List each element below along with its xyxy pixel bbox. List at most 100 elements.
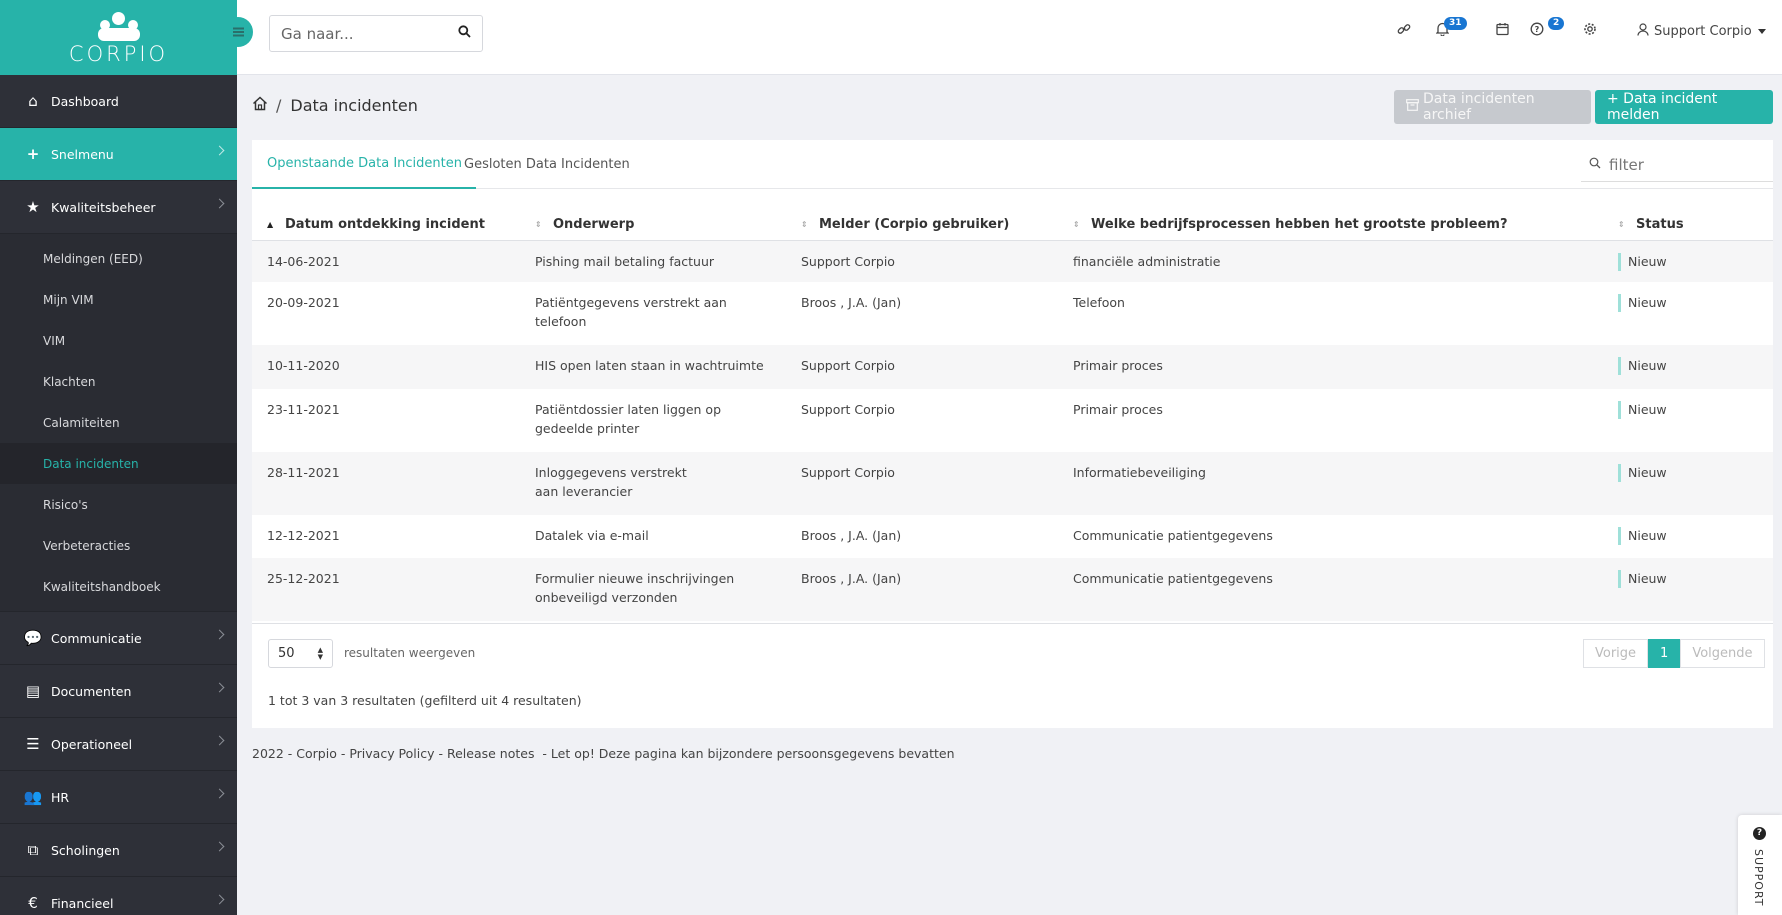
sidebar-subitem-mijn-vim[interactable]: Mijn VIM	[0, 279, 237, 320]
page-size-label: resultaten weergeven	[344, 646, 476, 660]
page-button-current[interactable]: 1	[1648, 639, 1681, 668]
table-row[interactable]: 12-12-2021 Datalek via e-mail Broos , J.…	[252, 515, 1773, 558]
tab-gesloten[interactable]: Gesloten Data Incidenten	[464, 140, 630, 189]
help-icon[interactable]: ?	[1530, 22, 1544, 40]
column-label: Onderwerp	[553, 217, 635, 233]
sidebar-item-documenten[interactable]: ▤ Documenten	[0, 665, 237, 718]
sidebar-item-hr[interactable]: 👥 HR	[0, 771, 237, 824]
sidebar-subitem-data-incidenten[interactable]: Data incidenten	[0, 443, 237, 484]
results-info: 1 tot 3 van 3 resultaten (gefilterd uit …	[268, 693, 582, 708]
sidebar-item-label: Scholingen	[51, 842, 120, 858]
page-size-select[interactable]: 50 ▲ ▼	[268, 639, 333, 668]
footer-year: 2022	[252, 746, 284, 761]
status-badge: Nieuw	[1618, 357, 1667, 375]
sidebar-item-communicatie[interactable]: 💬 Communicatie	[0, 612, 237, 665]
sidebar-toggle-button[interactable]	[223, 17, 253, 47]
cell-melder: Support Corpio	[801, 402, 895, 417]
sidebar-item-label: Documenten	[51, 683, 132, 699]
new-incident-button[interactable]: + Data incident melden	[1595, 90, 1773, 124]
sidebar-item-kwaliteitsbeheer[interactable]: ★ Kwaliteitsbeheer	[0, 181, 237, 234]
sidebar-subitem-meldingen[interactable]: Meldingen (EED)	[0, 238, 237, 279]
sidebar-item-label: Kwaliteitsbeheer	[51, 199, 156, 215]
sidebar-item-financieel[interactable]: € Financieel	[0, 877, 237, 915]
search-input[interactable]	[270, 24, 446, 43]
support-label: SUPPORT	[1752, 849, 1765, 907]
filter-input[interactable]	[1609, 155, 1759, 174]
prev-page-button[interactable]: Vorige	[1583, 639, 1649, 668]
tab-openstaande[interactable]: Openstaande Data Incidenten	[252, 140, 476, 189]
notifications-badge: 31	[1444, 17, 1467, 30]
chevron-right-icon	[214, 894, 225, 905]
privacy-policy-link[interactable]: Privacy Policy	[349, 746, 434, 761]
link-icon[interactable]	[1397, 22, 1411, 40]
footer: 2022 - Corpio - Privacy Policy - Release…	[252, 746, 955, 761]
cell-bedrijfsproces: Communicatie patientgegevens	[1073, 528, 1273, 543]
pagination: Vorige 1 Volgende	[1583, 639, 1765, 668]
chevron-right-icon	[214, 198, 225, 209]
gear-icon[interactable]	[1583, 22, 1597, 40]
sidebar-subitem-calamiteiten[interactable]: Calamiteiten	[0, 402, 237, 443]
sidebar-item-operationeel[interactable]: ☰ Operationeel	[0, 718, 237, 771]
table-row[interactable]: 14-06-2021 Pishing mail betaling factuur…	[252, 240, 1773, 282]
calendar-icon[interactable]	[1496, 22, 1509, 40]
sort-icon: ⇕	[1618, 220, 1625, 230]
sidebar-item-label: Snelmenu	[51, 146, 114, 162]
home-icon[interactable]	[252, 96, 268, 115]
privacy-warning: Let op! Deze pagina kan bijzondere perso…	[550, 746, 955, 761]
cell-datum: 20-09-2021	[267, 295, 340, 310]
column-label: Melder (Corpio gebruiker)	[819, 217, 1010, 233]
sort-icon: ⇕	[1073, 220, 1080, 230]
sidebar-item-snelmenu[interactable]: + Snelmenu	[0, 128, 237, 181]
logo-mark-icon	[96, 10, 142, 41]
sidebar-subitem-klachten[interactable]: Klachten	[0, 361, 237, 402]
table-row[interactable]: 10-11-2020 HIS open laten staan in wacht…	[252, 345, 1773, 389]
help-badge: 2	[1548, 17, 1565, 30]
chevron-right-icon	[214, 735, 225, 746]
footer-brand-link[interactable]: Corpio	[296, 746, 337, 761]
incidents-table: ▲ Datum ontdekking incident ⇕ Onderwerp ⇕ M…	[252, 210, 1773, 621]
cell-melder: Broos , J.A. (Jan)	[801, 295, 902, 310]
sort-asc-icon: ▲	[267, 220, 274, 230]
sidebar-item-label: HR	[51, 789, 70, 805]
cell-datum: 25-12-2021	[252, 558, 520, 621]
archive-button[interactable]: Data incidenten archief	[1394, 90, 1591, 124]
sort-icon: ⇕	[535, 220, 542, 230]
cell-status: Nieuw	[1603, 345, 1773, 389]
user-menu[interactable]: Support Corpio	[1637, 23, 1766, 40]
table-row[interactable]: 20-09-2021 Patiëntgegevens verstrekt aan…	[252, 282, 1773, 345]
table-row[interactable]: 25-12-2021 Formulier nieuwe inschrijving…	[252, 558, 1773, 621]
archive-icon	[1406, 99, 1419, 115]
select-arrows-icon: ▲ ▼	[317, 646, 323, 661]
cell-status: Nieuw	[1603, 240, 1773, 282]
sidebar-item-scholingen[interactable]: ⧉ Scholingen	[0, 824, 237, 877]
column-header-status[interactable]: ⇕ Status	[1603, 210, 1773, 241]
support-tab[interactable]: ? SUPPORT	[1738, 815, 1782, 915]
plus-icon: +	[26, 145, 40, 163]
column-header-bedrijfsprocessen[interactable]: ⇕ Welke bedrijfsprocessen hebben het groo…	[1058, 210, 1603, 241]
hamburger-icon	[232, 31, 244, 33]
sidebar-subitem-vim[interactable]: VIM	[0, 320, 237, 361]
column-header-onderwerp[interactable]: ⇕ Onderwerp	[520, 210, 786, 241]
next-page-button[interactable]: Volgende	[1680, 639, 1765, 668]
user-icon	[1637, 23, 1649, 40]
sidebar-subitem-kwaliteitshandboek[interactable]: Kwaliteitshandboek	[0, 566, 237, 607]
euro-icon: €	[28, 894, 38, 912]
table-row[interactable]: 28-11-2021 Inloggegevens verstrekt aan l…	[252, 452, 1773, 515]
brand-logo[interactable]: CORPIO	[0, 0, 237, 75]
sidebar-item-dashboard[interactable]: ⌂ Dashboard	[0, 75, 237, 128]
caret-down-icon	[1757, 29, 1766, 34]
release-notes-link[interactable]: Release notes	[447, 746, 535, 761]
sidebar-subitem-verbeteracties[interactable]: Verbeteracties	[0, 525, 237, 566]
sidebar-subitem-risicos[interactable]: Risico's	[0, 484, 237, 525]
breadcrumb-separator: /	[276, 96, 282, 115]
breadcrumb: / Data incidenten	[252, 96, 418, 115]
column-header-melder[interactable]: ⇕ Melder (Corpio gebruiker)	[786, 210, 1058, 241]
cell-datum: 28-11-2021	[252, 452, 520, 515]
column-header-datum[interactable]: ▲ Datum ontdekking incident	[252, 210, 520, 241]
cell-onderwerp: Formulier nieuwe inschrijvingen onbeveil…	[520, 558, 786, 621]
table-row[interactable]: 23-11-2021 Patiëntdossier laten liggen o…	[252, 389, 1773, 452]
search-icon[interactable]	[446, 25, 482, 42]
chevron-right-icon	[214, 629, 225, 640]
list-check-icon: ☰	[26, 735, 40, 753]
cell-melder: Support Corpio	[786, 240, 1058, 282]
